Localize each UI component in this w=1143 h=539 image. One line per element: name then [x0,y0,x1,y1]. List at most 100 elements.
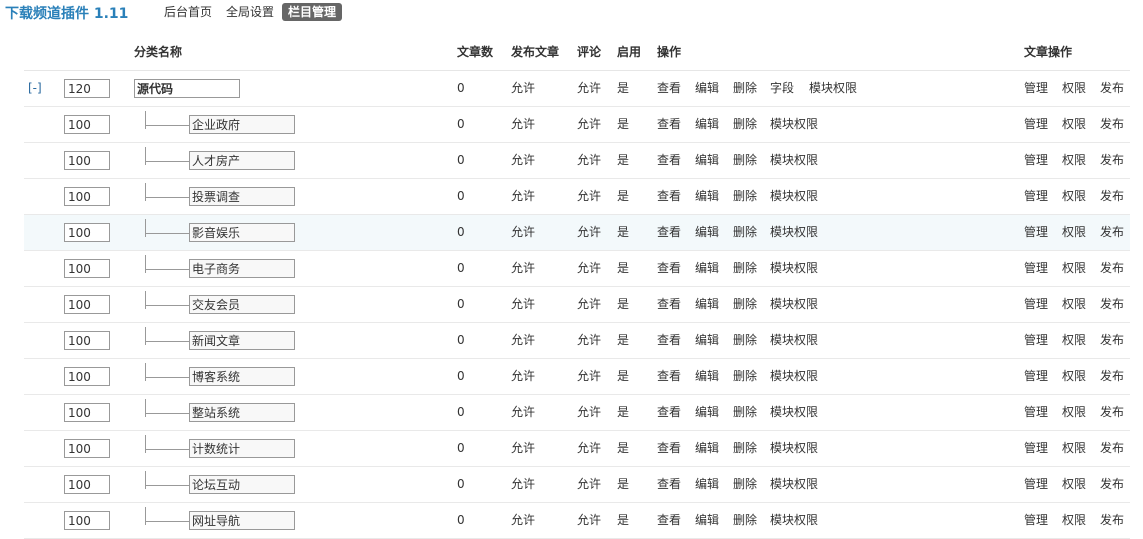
nav-admin-home[interactable]: 后台首页 [158,3,218,21]
edit-link[interactable]: 编辑 [695,71,719,106]
order-input[interactable] [64,223,110,242]
view-link[interactable]: 查看 [657,215,681,250]
delete-link[interactable]: 删除 [733,215,757,250]
view-link[interactable]: 查看 [657,323,681,358]
order-input[interactable] [64,439,110,458]
edit-link[interactable]: 编辑 [695,143,719,178]
edit-link[interactable]: 编辑 [695,107,719,142]
delete-link[interactable]: 删除 [733,431,757,466]
order-input[interactable] [64,295,110,314]
category-name-input[interactable] [189,331,295,350]
view-link[interactable]: 查看 [657,107,681,142]
edit-link[interactable]: 编辑 [695,287,719,322]
manage-link[interactable]: 管理 [1024,431,1048,466]
order-input[interactable] [64,475,110,494]
view-link[interactable]: 查看 [657,431,681,466]
publish-link[interactable]: 发布 [1100,179,1124,214]
edit-link[interactable]: 编辑 [695,179,719,214]
order-input[interactable] [64,367,110,386]
article-count: 0 [457,369,465,383]
publish-link[interactable]: 发布 [1100,251,1124,286]
manage-link[interactable]: 管理 [1024,179,1048,214]
delete-link[interactable]: 删除 [733,107,757,142]
manage-link[interactable]: 管理 [1024,143,1048,178]
manage-link[interactable]: 管理 [1024,71,1048,106]
category-name-input[interactable] [189,187,295,206]
manage-link[interactable]: 管理 [1024,215,1048,250]
edit-link[interactable]: 编辑 [695,431,719,466]
category-name-input[interactable] [189,259,295,278]
edit-link[interactable]: 编辑 [695,395,719,430]
manage-link[interactable]: 管理 [1024,467,1048,502]
edit-link[interactable]: 编辑 [695,215,719,250]
publish-link[interactable]: 发布 [1100,107,1124,142]
article-count: 0 [457,225,465,239]
nav-global-settings[interactable]: 全局设置 [220,3,280,21]
view-link[interactable]: 查看 [657,359,681,394]
manage-link[interactable]: 管理 [1024,323,1048,358]
edit-link[interactable]: 编辑 [695,467,719,502]
delete-link[interactable]: 删除 [733,251,757,286]
delete-link[interactable]: 删除 [733,179,757,214]
category-name-input[interactable] [189,151,295,170]
manage-link[interactable]: 管理 [1024,503,1048,538]
manage-link[interactable]: 管理 [1024,359,1048,394]
delete-link[interactable]: 删除 [733,323,757,358]
collapse-toggle[interactable]: [-] [28,71,42,106]
category-name-input[interactable] [134,79,240,98]
manage-link[interactable]: 管理 [1024,395,1048,430]
delete-link[interactable]: 删除 [733,71,757,106]
publish-link[interactable]: 发布 [1100,143,1124,178]
category-name-input[interactable] [189,367,295,386]
fields-link[interactable]: 字段 [770,71,794,106]
category-name-input[interactable] [189,295,295,314]
publish-link[interactable]: 发布 [1100,287,1124,322]
manage-link[interactable]: 管理 [1024,287,1048,322]
category-name-input[interactable] [189,403,295,422]
publish-link[interactable]: 发布 [1100,71,1124,106]
manage-link[interactable]: 管理 [1024,251,1048,286]
tree-connector [145,143,189,178]
order-input[interactable] [64,403,110,422]
view-link[interactable]: 查看 [657,395,681,430]
edit-link[interactable]: 编辑 [695,359,719,394]
order-input[interactable] [64,511,110,530]
publish-link[interactable]: 发布 [1100,323,1124,358]
order-input[interactable] [64,187,110,206]
order-input[interactable] [64,259,110,278]
category-name-input[interactable] [189,475,295,494]
delete-link[interactable]: 删除 [733,395,757,430]
view-link[interactable]: 查看 [657,503,681,538]
view-link[interactable]: 查看 [657,251,681,286]
category-name-input[interactable] [189,115,295,134]
delete-link[interactable]: 删除 [733,287,757,322]
publish-link[interactable]: 发布 [1100,395,1124,430]
order-input[interactable] [64,151,110,170]
nav-column-management[interactable]: 栏目管理 [282,3,343,21]
category-row: 0 允许 允许 是 查看编辑删除模块权限 管理权限发布 [24,107,1130,143]
order-input[interactable] [64,79,110,98]
view-link[interactable]: 查看 [657,179,681,214]
view-link[interactable]: 查看 [657,71,681,106]
publish-link[interactable]: 发布 [1100,467,1124,502]
edit-link[interactable]: 编辑 [695,251,719,286]
order-input[interactable] [64,115,110,134]
edit-link[interactable]: 编辑 [695,503,719,538]
publish-link[interactable]: 发布 [1100,215,1124,250]
order-input[interactable] [64,331,110,350]
publish-link[interactable]: 发布 [1100,359,1124,394]
view-link[interactable]: 查看 [657,143,681,178]
delete-link[interactable]: 删除 [733,467,757,502]
category-name-input[interactable] [189,223,295,242]
manage-link[interactable]: 管理 [1024,107,1048,142]
category-name-input[interactable] [189,439,295,458]
publish-link[interactable]: 发布 [1100,431,1124,466]
view-link[interactable]: 查看 [657,467,681,502]
publish-link[interactable]: 发布 [1100,503,1124,538]
view-link[interactable]: 查看 [657,287,681,322]
category-name-input[interactable] [189,511,295,530]
edit-link[interactable]: 编辑 [695,323,719,358]
delete-link[interactable]: 删除 [733,143,757,178]
delete-link[interactable]: 删除 [733,359,757,394]
delete-link[interactable]: 删除 [733,503,757,538]
